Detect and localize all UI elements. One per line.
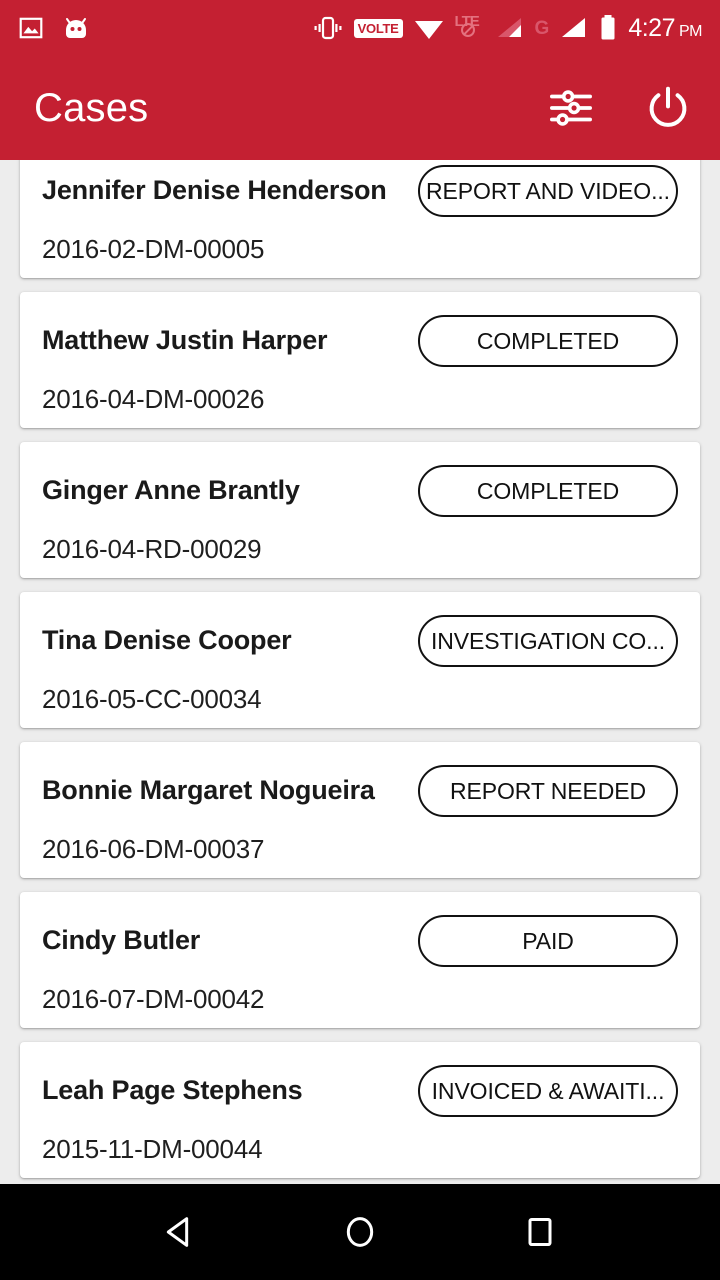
case-card[interactable]: Matthew Justin Harper COMPLETED 2016-04-… bbox=[20, 292, 700, 428]
status-badge[interactable]: COMPLETED bbox=[418, 465, 678, 517]
status-bar-right-icons: VOLTE LTE G 4:27 PM bbox=[313, 13, 703, 43]
status-badge[interactable]: COMPLETED bbox=[418, 315, 678, 367]
wifi-icon bbox=[414, 15, 444, 41]
system-navigation-bar bbox=[0, 1184, 720, 1280]
no-data-slash-icon bbox=[460, 23, 475, 37]
case-name: Matthew Justin Harper bbox=[42, 325, 328, 356]
lte-disabled-icon: LTE bbox=[455, 13, 485, 43]
recents-icon bbox=[520, 1212, 560, 1252]
case-card-header: Cindy Butler PAID bbox=[42, 914, 678, 968]
case-card[interactable]: Bonnie Margaret Nogueira REPORT NEEDED 2… bbox=[20, 742, 700, 878]
case-number: 2016-04-RD-00029 bbox=[42, 534, 262, 564]
clock-period: PM bbox=[679, 22, 703, 40]
case-number: 2015-11-DM-00044 bbox=[42, 1134, 263, 1164]
case-name: Cindy Butler bbox=[42, 925, 201, 956]
page-title: Cases bbox=[34, 86, 149, 130]
case-name: Bonnie Margaret Nogueira bbox=[42, 775, 375, 806]
case-name: Ginger Anne Brantly bbox=[42, 475, 300, 506]
case-number: 2016-06-DM-00037 bbox=[42, 834, 265, 864]
logout-button[interactable] bbox=[644, 84, 692, 132]
case-card[interactable]: Cindy Butler PAID 2016-07-DM-00042 bbox=[20, 892, 700, 1028]
case-list[interactable]: Jennifer Denise Henderson REPORT AND VID… bbox=[0, 160, 720, 1184]
case-list-scroll-content: Jennifer Denise Henderson REPORT AND VID… bbox=[0, 160, 720, 1178]
case-card-header: Ginger Anne Brantly COMPLETED bbox=[42, 464, 678, 518]
case-card[interactable]: Tina Denise Cooper INVESTIGATION CO... 2… bbox=[20, 592, 700, 728]
status-badge-label: INVESTIGATION CO... bbox=[430, 627, 666, 654]
case-number: 2016-07-DM-00042 bbox=[42, 984, 265, 1014]
case-card[interactable]: Ginger Anne Brantly COMPLETED 2016-04-RD… bbox=[20, 442, 700, 578]
status-badge-label: REPORT AND VIDEO... bbox=[426, 177, 670, 204]
status-badge-label: INVOICED & AWAITI... bbox=[431, 1077, 665, 1104]
case-card[interactable]: Jennifer Denise Henderson REPORT AND VID… bbox=[20, 160, 700, 278]
case-card-header: Tina Denise Cooper INVESTIGATION CO... bbox=[42, 614, 678, 668]
status-badge-label: PAID bbox=[522, 927, 574, 954]
status-badge[interactable]: INVESTIGATION CO... bbox=[418, 615, 678, 667]
app-bar-actions bbox=[548, 84, 692, 132]
status-badge[interactable]: PAID bbox=[418, 915, 678, 967]
power-logout-icon bbox=[644, 84, 692, 132]
phone-screen: VOLTE LTE G 4:27 PM Cases Jennifer Denis… bbox=[0, 0, 720, 1280]
status-badge-label: COMPLETED bbox=[476, 477, 620, 504]
case-card-header: Bonnie Margaret Nogueira REPORT NEEDED bbox=[42, 764, 678, 818]
back-button[interactable] bbox=[160, 1212, 200, 1252]
status-bar: VOLTE LTE G 4:27 PM bbox=[0, 0, 720, 56]
volte-icon: VOLTE bbox=[353, 18, 403, 38]
case-number: 2016-05-CC-00034 bbox=[42, 684, 262, 714]
back-icon bbox=[160, 1212, 200, 1252]
clock-time: 4:27 bbox=[628, 13, 675, 42]
status-badge-label: COMPLETED bbox=[476, 327, 620, 354]
android-head-icon bbox=[62, 15, 90, 41]
case-card-header: Leah Page Stephens INVOICED & AWAITI... bbox=[42, 1064, 678, 1118]
case-number: 2016-04-DM-00026 bbox=[42, 384, 265, 414]
home-icon bbox=[340, 1212, 380, 1252]
case-name: Leah Page Stephens bbox=[42, 1075, 303, 1106]
case-name: Tina Denise Cooper bbox=[42, 625, 292, 656]
filter-button[interactable] bbox=[548, 85, 594, 131]
signal-bars-1-icon bbox=[496, 15, 524, 41]
status-badge[interactable]: REPORT NEEDED bbox=[418, 765, 678, 817]
recents-button[interactable] bbox=[520, 1212, 560, 1252]
status-badge[interactable]: INVOICED & AWAITI... bbox=[418, 1065, 678, 1117]
screenshot-icon bbox=[18, 15, 44, 41]
status-bar-left-icons bbox=[18, 15, 90, 41]
case-card-header: Matthew Justin Harper COMPLETED bbox=[42, 314, 678, 368]
home-button[interactable] bbox=[340, 1212, 380, 1252]
case-card-header: Jennifer Denise Henderson REPORT AND VID… bbox=[42, 164, 678, 218]
case-number: 2016-02-DM-00005 bbox=[42, 234, 265, 264]
signal-bars-2-icon bbox=[560, 15, 588, 41]
gprs-icon: G bbox=[534, 17, 550, 39]
case-card[interactable]: Leah Page Stephens INVOICED & AWAITI... … bbox=[20, 1042, 700, 1178]
app-bar: Cases bbox=[0, 56, 720, 160]
vibrate-icon bbox=[313, 14, 343, 42]
status-bar-clock: 4:27 PM bbox=[628, 13, 703, 42]
status-badge[interactable]: REPORT AND VIDEO... bbox=[418, 165, 678, 217]
case-name: Jennifer Denise Henderson bbox=[42, 175, 387, 206]
battery-icon bbox=[599, 14, 617, 42]
status-badge-label: REPORT NEEDED bbox=[450, 777, 646, 804]
filter-sliders-icon bbox=[548, 85, 594, 131]
